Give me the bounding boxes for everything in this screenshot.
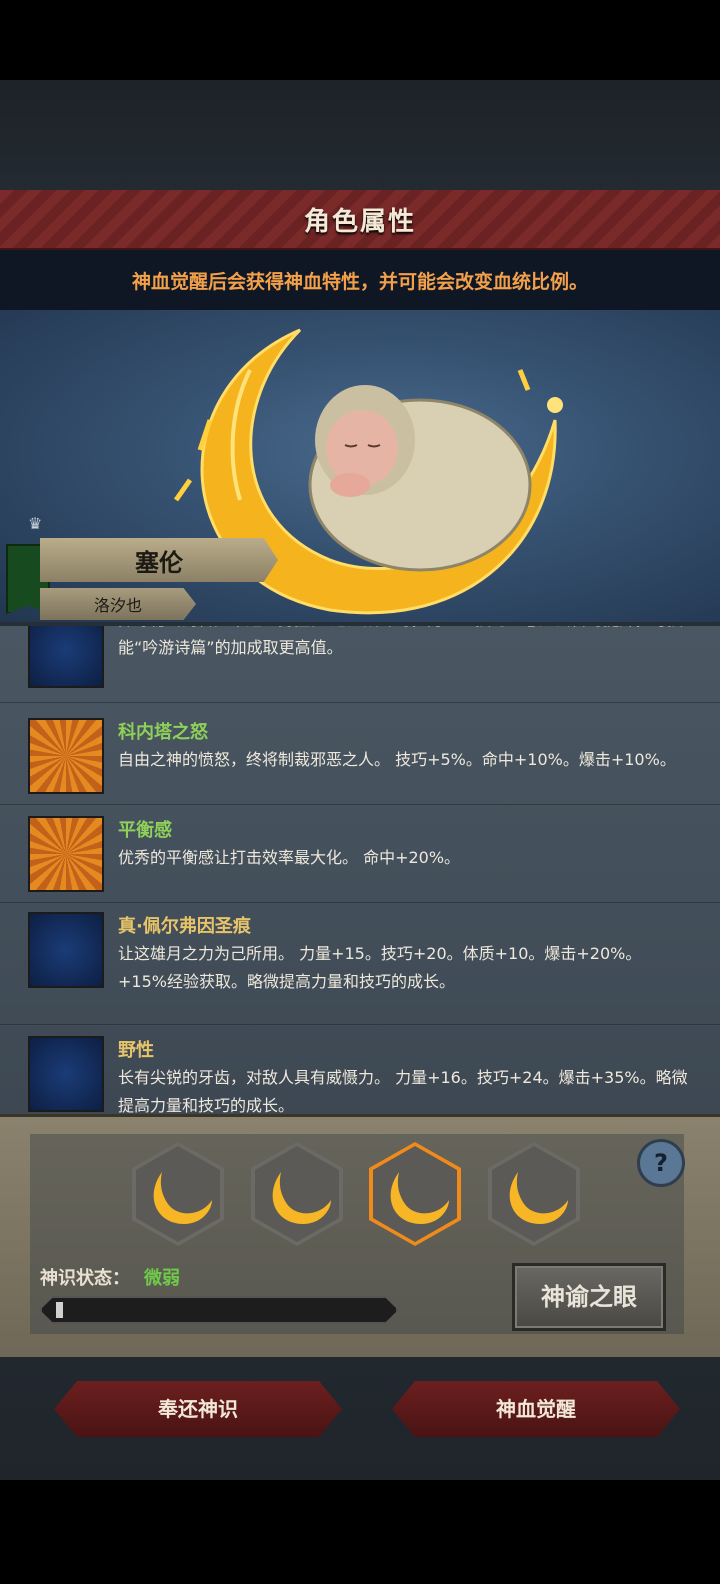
character-name: 塞伦 [135, 548, 183, 577]
trait-description: 自由之神的愤怒，终将制裁邪恶之人。 技巧+5%。命中+10%。爆击+10%。 [118, 750, 676, 769]
help-icon[interactable]: ? [637, 1139, 685, 1187]
divine-sense-progress-bar [40, 1296, 398, 1324]
rank-crown-icon: ♛ [28, 514, 43, 533]
return-divine-sense-button[interactable]: 奉还神识 [54, 1381, 342, 1437]
character-subtitle: 洛汐也 [93, 596, 142, 615]
trait-list[interactable]: 探寻秘密的冒险中越显勇猛。 进入战斗时，力量、技巧、感知会暂时提升，与技能“吟游… [0, 626, 720, 1114]
divine-sense-label: 神识状态： [40, 1268, 130, 1289]
title-banner: 角色属性 [0, 190, 720, 251]
trait-description: 优秀的平衡感让打击效率最大化。 命中+20%。 [118, 848, 461, 867]
moon-icon [28, 1036, 104, 1112]
character-name-plate: 塞伦 [40, 538, 278, 582]
divine-sense-value: 微弱 [144, 1268, 180, 1289]
trait-item: 平衡感 优秀的平衡感让打击效率最大化。 命中+20%。 [0, 806, 720, 903]
trait-name: 野性 [118, 1040, 154, 1061]
status-bar-area [0, 0, 720, 80]
progress-fill [56, 1302, 63, 1318]
trait-name: 科内塔之怒 [118, 722, 208, 743]
trait-description: 探寻秘密的冒险中越显勇猛。 进入战斗时，力量、技巧、感知会暂时提升，与技能“吟游… [118, 626, 683, 657]
character-subtitle-plate: 洛汐也 [40, 588, 196, 620]
moon-icon [28, 912, 104, 988]
trait-name: 平衡感 [118, 820, 172, 841]
smiley-icon [28, 718, 104, 794]
navigation-bar-area [0, 1480, 720, 1584]
trait-item: 野性 长有尖锐的牙齿，对敌人具有威慑力。 力量+16。技巧+24。爆击+35%。… [0, 1028, 720, 1114]
trait-item: 真·佩尔弗因圣痕 让这雄月之力为己所用。 力量+15。技巧+20。体质+10。爆… [0, 904, 720, 1025]
trait-item: 探寻秘密的冒险中越显勇猛。 进入战斗时，力量、技巧、感知会暂时提升，与技能“吟游… [0, 626, 720, 703]
oracle-eye-button[interactable]: 神谕之眼 [512, 1263, 666, 1331]
awaken-hint: 神血觉醒后会获得神血特性，并可能会改变血统比例。 [0, 250, 720, 310]
moon-icon [28, 626, 104, 688]
trait-description: 让这雄月之力为己所用。 力量+15。技巧+20。体质+10。爆击+20%。+15… [118, 944, 642, 991]
page-title: 角色属性 [303, 206, 416, 237]
blood-awaken-button[interactable]: 神血觉醒 [392, 1381, 680, 1437]
trait-item: 科内塔之怒 自由之神的愤怒，终将制裁邪恶之人。 技巧+5%。命中+10%。爆击+… [0, 708, 720, 805]
smiley-icon [28, 816, 104, 892]
trait-name: 真·佩尔弗因圣痕 [118, 916, 251, 937]
trait-description: 长有尖锐的牙齿，对敌人具有威慑力。 力量+16。技巧+24。爆击+35%。略微提… [118, 1068, 688, 1114]
